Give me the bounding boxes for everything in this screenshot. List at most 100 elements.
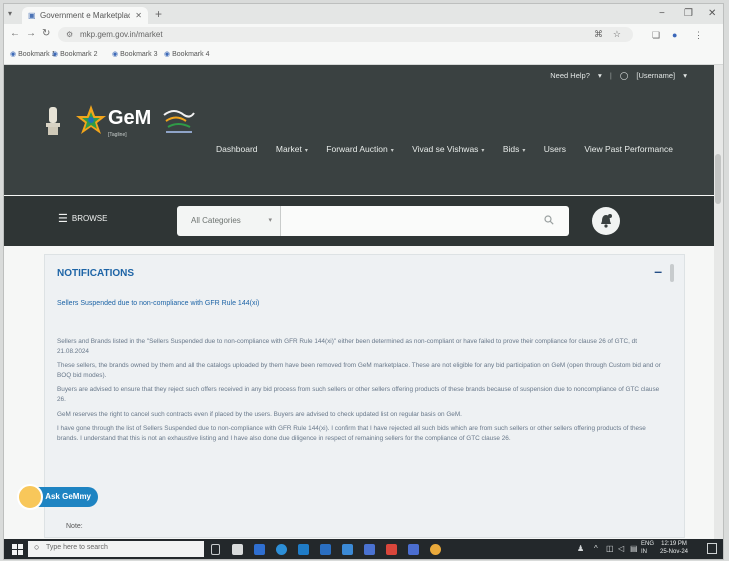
national-emblem-icon bbox=[46, 107, 60, 135]
profile-icon[interactable]: ● bbox=[672, 29, 677, 41]
page-scrollbar-thumb[interactable] bbox=[715, 154, 721, 204]
bell-icon bbox=[601, 214, 612, 228]
volume-icon[interactable]: ◁ bbox=[618, 544, 624, 554]
caret-down-icon: ▾ bbox=[683, 71, 687, 80]
chevron-down-icon: ▾ bbox=[390, 148, 394, 154]
bookmark-icon: ◉ bbox=[10, 51, 17, 58]
search-icon[interactable] bbox=[544, 215, 554, 225]
chevron-down-icon: ▾ bbox=[304, 148, 308, 154]
separator: | bbox=[609, 71, 612, 80]
bookmark-item[interactable]: ◉ Bookmark 2 bbox=[52, 50, 97, 60]
extensions-icon[interactable]: ❏ bbox=[652, 29, 660, 41]
site-header: Need Help? ▾ | ◯ [Username] ▾ GeM [Tagli… bbox=[4, 65, 723, 246]
browser-menu-icon[interactable]: ⋮ bbox=[694, 29, 703, 41]
search-input[interactable] bbox=[281, 206, 569, 236]
app-icon[interactable] bbox=[364, 544, 375, 555]
browser-tab[interactable]: ▣ Government e Marketplace ✕ bbox=[22, 7, 148, 24]
clock[interactable]: 12:19 PM 25-Nov-24 bbox=[660, 540, 688, 556]
app-icon[interactable] bbox=[342, 544, 353, 555]
gemmy-avatar-icon[interactable] bbox=[17, 484, 43, 510]
notification-paragraph: Sellers and Brands listed in the "Seller… bbox=[57, 338, 638, 355]
panel-scrollbar-thumb[interactable] bbox=[670, 264, 674, 282]
network-icon[interactable]: ◫ bbox=[606, 544, 614, 554]
nav-bids[interactable]: Bids ▾ bbox=[503, 144, 526, 154]
back-icon[interactable]: ← bbox=[10, 28, 20, 40]
nav-vivad-se-vishwas[interactable]: Vivad se Vishwas ▾ bbox=[412, 144, 484, 154]
bookmarks-bar: ◉ Bookmark 1 ◉ Bookmark 2 ◉ Bookmark 3 ◉ Boo… bbox=[4, 46, 723, 65]
edge-browser-icon[interactable] bbox=[276, 544, 287, 555]
taskbar-search-box[interactable]: ○ Type here to search bbox=[28, 541, 204, 557]
task-view-icon[interactable] bbox=[232, 544, 243, 555]
notification-paragraph: These sellers, the brands owned by them … bbox=[57, 362, 661, 379]
translate-icon[interactable]: ⌘ bbox=[594, 27, 603, 42]
close-window-icon[interactable]: ✕ bbox=[708, 8, 716, 20]
maximize-icon[interactable]: ❐ bbox=[684, 8, 693, 20]
bookmark-icon: ◉ bbox=[164, 51, 171, 58]
url-text: mkp.gem.gov.in/market bbox=[80, 30, 163, 39]
brand-tagline: [Tagline] bbox=[108, 132, 127, 138]
bookmark-icon: ◉ bbox=[52, 51, 59, 58]
clock-date: 25-Nov-24 bbox=[660, 549, 689, 555]
need-help-link[interactable]: Need Help? bbox=[550, 71, 590, 80]
main-navigation: Dashboard Market ▾ Forward Auction ▾ Vivad… bbox=[200, 144, 673, 154]
bookmark-item[interactable]: ◉ Bookmark 1 bbox=[10, 50, 55, 60]
app-icon[interactable] bbox=[254, 544, 265, 555]
nav-forward-auction[interactable]: Forward Auction ▾ bbox=[326, 144, 393, 154]
gem-logo-icon bbox=[76, 105, 106, 134]
bookmark-item[interactable]: ◉ Bookmark 3 bbox=[112, 50, 157, 60]
tray-chevron-up-icon[interactable]: ^ bbox=[594, 544, 598, 554]
collapse-icon[interactable]: – bbox=[654, 263, 662, 279]
notifications-title: NOTIFICATIONS bbox=[57, 268, 135, 279]
microphone-icon[interactable] bbox=[211, 544, 220, 555]
notification-paragraph: GeM reserves the right to cancel such co… bbox=[57, 410, 462, 418]
keyboard-icon[interactable]: ▤ bbox=[630, 544, 638, 554]
bookmark-item[interactable]: ◉ Bookmark 4 bbox=[164, 50, 209, 60]
taskbar: ○ Type here to search ♟ ^ ◫ ◁ ▤ ENG IN 1… bbox=[4, 539, 723, 559]
input-language[interactable]: ENG IN bbox=[641, 540, 654, 556]
site-info-icon[interactable]: ⚙ bbox=[66, 27, 73, 42]
user-menu[interactable]: [Username] bbox=[636, 71, 675, 80]
tab-search-icon[interactable]: ▾ bbox=[8, 9, 12, 18]
top-links: Need Help? ▾ | ◯ [Username] ▾ bbox=[544, 71, 687, 80]
address-bar[interactable]: ⚙ mkp.gem.gov.in/market ⌘ ☆ bbox=[58, 27, 633, 42]
bookmark-star-icon[interactable]: ☆ bbox=[613, 27, 621, 42]
notification-bell-button[interactable] bbox=[592, 207, 620, 235]
screen: ▾ ▣ Government e Marketplace ✕ + − ❐ ✕ ←… bbox=[3, 3, 724, 560]
browser-tab-strip: ▾ ▣ Government e Marketplace ✕ + − ❐ ✕ bbox=[4, 4, 723, 24]
notification-paragraph: Buyers are advised to ensure that they r… bbox=[57, 386, 660, 403]
search-bar-row: ☰ BROWSE All Categories ▾ bbox=[4, 196, 723, 246]
notifications-panel: NOTIFICATIONS – Sellers Suspended due to… bbox=[44, 254, 685, 538]
category-select[interactable]: All Categories ▾ bbox=[177, 206, 281, 236]
forward-icon[interactable]: → bbox=[26, 28, 36, 40]
nav-users[interactable]: Users bbox=[544, 144, 566, 154]
app-icon[interactable] bbox=[320, 544, 331, 555]
people-icon[interactable]: ♟ bbox=[577, 544, 584, 554]
notification-paragraph: I have gone through the list of Sellers … bbox=[57, 425, 646, 442]
clock-time: 12:19 PM bbox=[661, 541, 687, 547]
new-tab-icon[interactable]: + bbox=[155, 7, 162, 21]
notification-heading-link[interactable]: Sellers Suspended due to non-compliance … bbox=[57, 300, 259, 307]
nav-view-past-performance[interactable]: View Past Performance bbox=[584, 144, 673, 154]
app-icon[interactable] bbox=[408, 544, 419, 555]
azadi-ka-amrit-mahotsav-logo-icon bbox=[163, 110, 195, 133]
browse-menu-button[interactable]: ☰ BROWSE bbox=[58, 212, 107, 225]
tab-title: Government e Marketplace bbox=[40, 11, 130, 20]
minimize-icon[interactable]: − bbox=[659, 8, 665, 20]
address-bar-row: ← → ↻ ⚙ mkp.gem.gov.in/market ⌘ ☆ ❏ ● ⋮ bbox=[4, 24, 723, 46]
action-center-icon[interactable] bbox=[707, 543, 717, 554]
chevron-down-icon: ▾ bbox=[481, 148, 485, 154]
chrome-browser-icon[interactable] bbox=[430, 544, 441, 555]
app-icon[interactable] bbox=[386, 544, 397, 555]
nav-market[interactable]: Market ▾ bbox=[276, 144, 308, 154]
app-icon[interactable] bbox=[298, 544, 309, 555]
user-avatar-icon: ◯ bbox=[619, 71, 629, 80]
tab-close-icon[interactable]: ✕ bbox=[135, 7, 142, 24]
page-scrollbar[interactable] bbox=[714, 65, 723, 539]
reload-icon[interactable]: ↻ bbox=[42, 28, 50, 40]
nav-dashboard[interactable]: Dashboard bbox=[216, 144, 258, 154]
taskbar-search-placeholder: Type here to search bbox=[46, 544, 108, 551]
hamburger-icon: ☰ bbox=[58, 213, 68, 225]
caret-down-icon: ▾ bbox=[597, 71, 602, 80]
windows-start-icon[interactable] bbox=[12, 544, 23, 555]
chevron-down-icon: ▾ bbox=[268, 217, 272, 224]
